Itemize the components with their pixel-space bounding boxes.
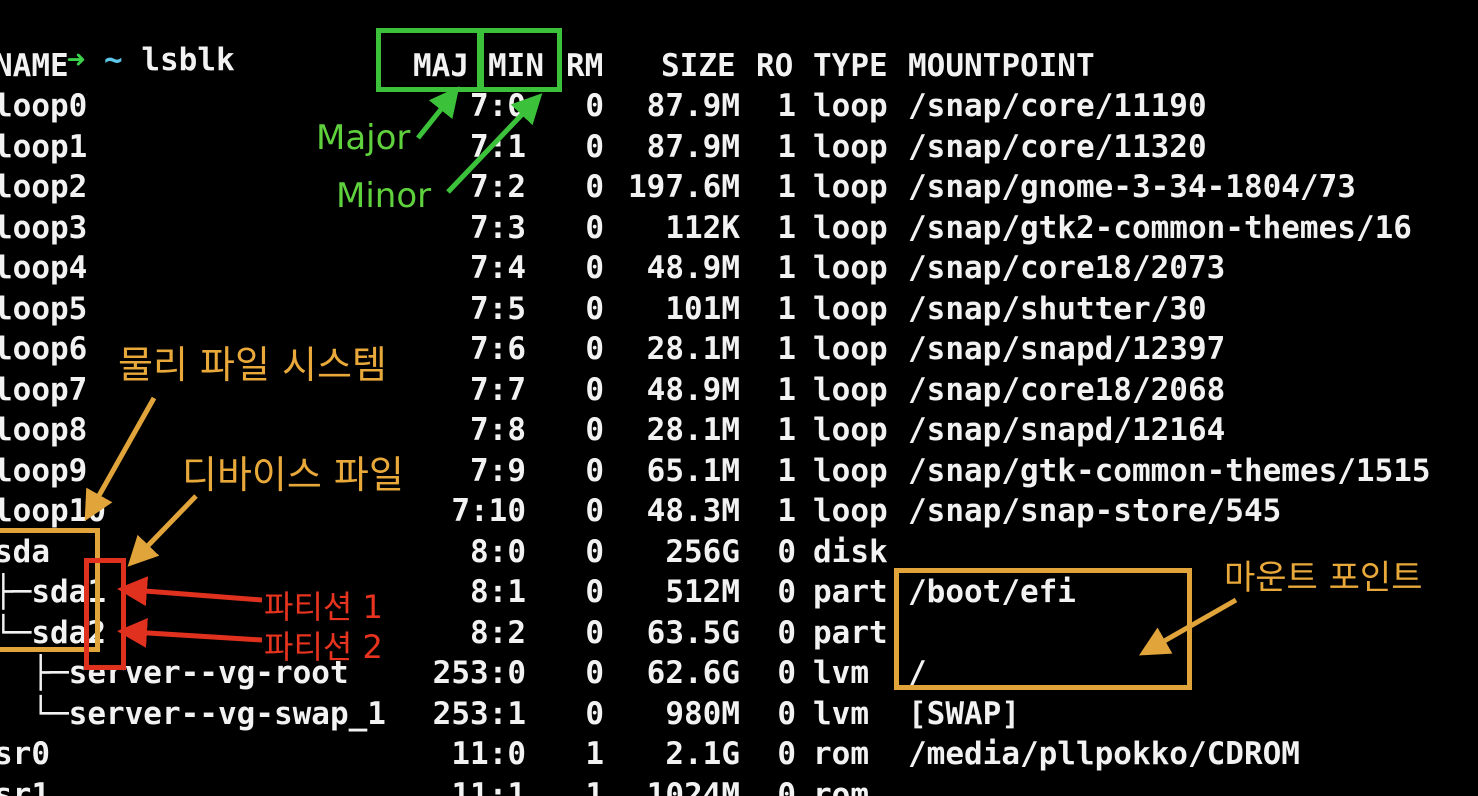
major-label: Major: [316, 118, 411, 158]
device-file-arrow: [127, 494, 198, 567]
major-arrow: [416, 86, 460, 140]
physical-fs-label: 물리 파일 시스템: [118, 343, 387, 387]
annotation-arrows: [84, 86, 1238, 656]
partition2-arrow: [117, 617, 263, 648]
minor-label: Minor: [336, 176, 432, 216]
physical-fs-arrow: [84, 396, 157, 522]
mountpoint-label: 마운트 포인트: [1224, 558, 1423, 598]
mountpoint-arrow: [1138, 597, 1238, 656]
device-file-label: 디바이스 파일: [182, 453, 404, 497]
terminal-window: ➜ ~ lsblk NAME MAJ MIN RM SIZE RO TYPE M…: [0, 0, 1478, 796]
partition1-arrow: [117, 576, 263, 607]
partition2-label: 파티션 2: [264, 628, 383, 666]
minor-arrow: [446, 93, 543, 194]
